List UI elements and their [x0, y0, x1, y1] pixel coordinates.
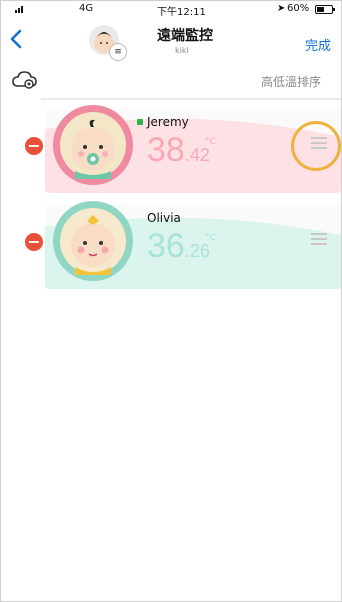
handle-line — [311, 233, 327, 235]
delete-button[interactable]: − — [25, 233, 43, 251]
battery-percent: 60% — [287, 3, 310, 14]
avatar — [51, 199, 135, 283]
temperature-reading: 36.26 °C — [147, 227, 216, 271]
signal-icon — [15, 6, 23, 13]
reorder-handle[interactable] — [311, 233, 327, 248]
network-label: 4G — [79, 3, 94, 14]
temperature-unit: °C — [205, 137, 216, 147]
status-bar: 4G 下午12:11 ➤ 60% — [1, 1, 341, 19]
clock: 下午12:11 — [157, 7, 206, 18]
nav-bar: ≡ 遠端監控 kiki 完成 — [1, 19, 341, 67]
page-title: 遠端監控 — [157, 28, 213, 44]
sort-by-temperature-button[interactable]: 高低溫排序 — [261, 73, 321, 90]
back-button[interactable] — [9, 29, 23, 53]
toolbar: 高低溫排序 — [1, 67, 341, 97]
divider — [41, 98, 341, 100]
temperature-decimal: .42 — [184, 145, 210, 165]
handle-line — [311, 243, 327, 245]
baby-boy-icon — [53, 105, 133, 185]
handle-line — [311, 238, 327, 240]
handle-line — [311, 142, 327, 144]
location-icon: ➤ — [277, 3, 286, 14]
baby-girl-icon — [53, 201, 133, 281]
temperature-decimal: .26 — [184, 241, 210, 261]
list-icon: ≡ — [109, 43, 127, 61]
handle-line — [311, 147, 327, 149]
temperature-whole: 36 — [147, 227, 185, 265]
page-subtitle: kiki — [175, 46, 189, 55]
handle-line — [311, 137, 327, 139]
avatar — [51, 103, 135, 187]
baby-name: Jeremy — [147, 115, 189, 129]
chevron-left-icon — [10, 29, 22, 49]
temperature-whole: 38 — [147, 131, 185, 169]
cloud-icon — [12, 71, 37, 89]
list-item: − Olivia 36.26 °C — [1, 197, 341, 293]
done-button[interactable]: 完成 — [305, 35, 331, 54]
temperature-reading: 38.42 °C — [147, 131, 216, 175]
temperature-unit: °C — [205, 233, 216, 243]
baby-name: Olivia — [147, 211, 181, 225]
delete-button[interactable]: − — [25, 137, 43, 155]
battery-icon — [315, 5, 335, 14]
online-indicator — [137, 119, 143, 125]
list-item: − Jeremy 38.42 °C — [1, 101, 341, 197]
cloud-sync-button[interactable] — [11, 69, 39, 95]
reorder-handle[interactable] — [311, 137, 327, 152]
app-screen: 4G 下午12:11 ➤ 60% ≡ 遠端監控 kiki 完成 高低溫排序 − … — [0, 0, 342, 602]
